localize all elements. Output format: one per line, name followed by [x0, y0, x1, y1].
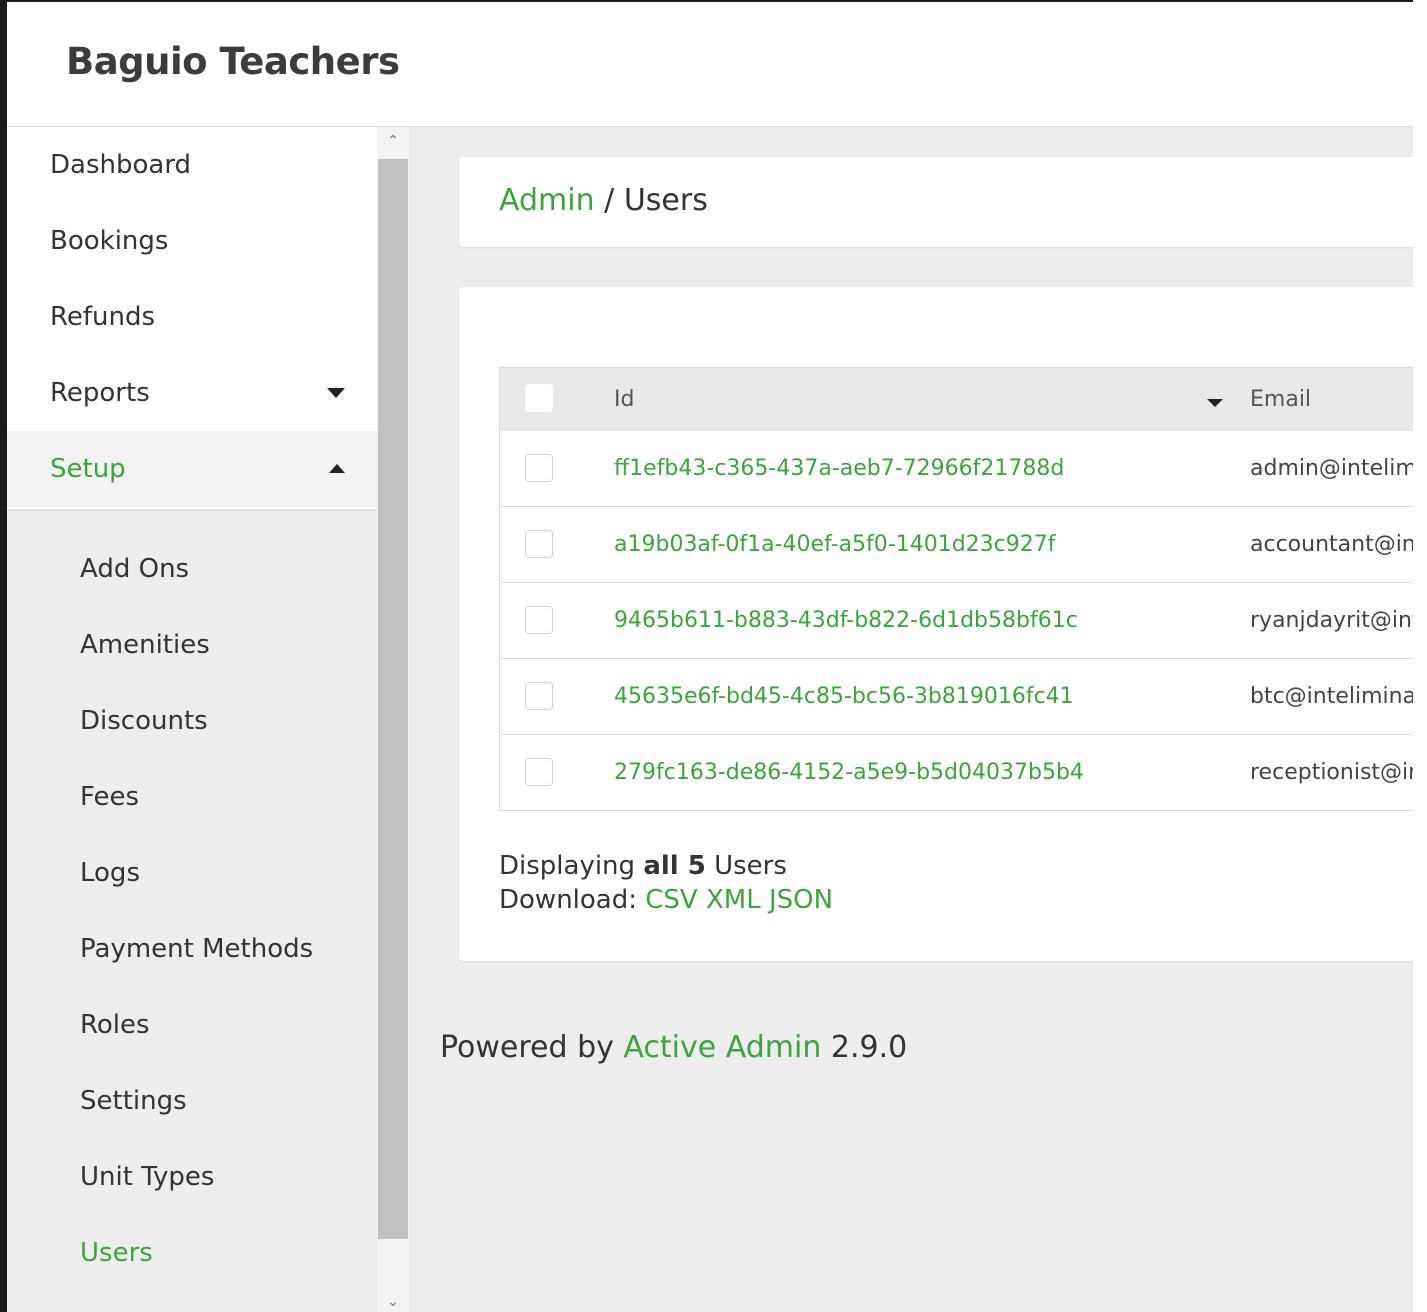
- app-window: Baguio Teachers Dashboard Bookings Refun…: [0, 0, 1413, 1312]
- table-row: 279fc163-de86-4152-a5e9-b5d04037b5b4 rec…: [500, 735, 1413, 811]
- download-xml-link[interactable]: XML: [706, 885, 761, 915]
- table-row: ff1efb43-c365-437a-aeb7-72966f21788d adm…: [500, 431, 1413, 507]
- table-row: 9465b611-b883-43df-b822-6d1db58bf61c rya…: [500, 583, 1413, 659]
- breadcrumb-admin-link[interactable]: Admin: [499, 183, 595, 218]
- submenu-item-payment-methods[interactable]: Payment Methods: [7, 911, 377, 987]
- user-id-link[interactable]: a19b03af-0f1a-40ef-a5f0-1401d23c927f: [614, 507, 1056, 582]
- select-all-checkbox[interactable]: [525, 384, 553, 412]
- download-csv-link[interactable]: CSV: [645, 885, 697, 915]
- user-id-link[interactable]: 279fc163-de86-4152-a5e9-b5d04037b5b4: [614, 735, 1084, 810]
- breadcrumb-separator: /: [594, 183, 624, 218]
- users-table: Id Email ff1efb43-c365-437a-aeb7-72966f2…: [499, 367, 1413, 811]
- user-email: admin@intelimi: [1250, 456, 1413, 481]
- active-admin-link[interactable]: Active Admin: [623, 1030, 821, 1065]
- download-links: Download: CSV XML JSON: [499, 883, 833, 917]
- submenu-item-discounts[interactable]: Discounts: [7, 683, 377, 759]
- scroll-up-arrow-icon[interactable]: ⌃: [377, 129, 409, 153]
- scroll-down-arrow-icon[interactable]: ⌄: [377, 1290, 409, 1312]
- sidebar-menu: Dashboard Bookings Refunds Reports Setup: [7, 127, 377, 507]
- scrollbar-thumb[interactable]: [378, 159, 408, 1239]
- displaying-suffix: Users: [705, 851, 787, 881]
- breadcrumb-panel: Admin / Users: [459, 157, 1413, 247]
- row-checkbox[interactable]: [525, 530, 553, 558]
- breadcrumb: Admin / Users: [499, 183, 708, 218]
- download-json-link[interactable]: JSON: [769, 885, 833, 915]
- version-text: 2.9.0: [821, 1030, 908, 1065]
- table-row: a19b03af-0f1a-40ef-a5f0-1401d23c927f acc…: [500, 507, 1413, 583]
- submenu-item-settings[interactable]: Settings: [7, 1063, 377, 1139]
- user-id-link[interactable]: 45635e6f-bd45-4c85-bc56-3b819016fc41: [614, 659, 1074, 734]
- download-label: Download:: [499, 885, 646, 915]
- sidebar-item-reports[interactable]: Reports: [7, 355, 377, 431]
- column-header-email[interactable]: Email: [1250, 368, 1311, 431]
- sidebar-item-refunds[interactable]: Refunds: [7, 279, 377, 355]
- submenu-item-fees[interactable]: Fees: [7, 759, 377, 835]
- displaying-prefix: Displaying: [499, 851, 644, 881]
- sidebar-item-dashboard[interactable]: Dashboard: [7, 127, 377, 203]
- user-id-link[interactable]: ff1efb43-c365-437a-aeb7-72966f21788d: [614, 431, 1064, 506]
- sort-desc-icon: [1207, 399, 1223, 407]
- sidebar-item-bookings[interactable]: Bookings: [7, 203, 377, 279]
- row-checkbox[interactable]: [525, 454, 553, 482]
- site-title[interactable]: Baguio Teachers: [66, 40, 400, 83]
- displaying-text: Displaying all 5 Users: [499, 849, 833, 883]
- user-email: ryanjdayrit@int: [1250, 608, 1413, 633]
- row-checkbox[interactable]: [525, 682, 553, 710]
- pagination-info: Displaying all 5 Users Download: CSV XML…: [499, 849, 833, 917]
- submenu-item-roles[interactable]: Roles: [7, 987, 377, 1063]
- user-id-link[interactable]: 9465b611-b883-43df-b822-6d1db58bf61c: [614, 583, 1078, 658]
- powered-prefix: Powered by: [440, 1030, 624, 1065]
- sidebar: Dashboard Bookings Refunds Reports Setup…: [7, 127, 409, 1312]
- footer-powered-by: Powered by Active Admin 2.9.0: [440, 1030, 907, 1065]
- table-header: Id Email: [500, 368, 1413, 431]
- submenu-item-logs[interactable]: Logs: [7, 835, 377, 911]
- sidebar-item-label: Reports: [50, 378, 150, 408]
- sidebar-scrollbar[interactable]: ⌃ ⌄: [377, 127, 409, 1312]
- sidebar-item-setup[interactable]: Setup: [7, 431, 377, 507]
- row-checkbox[interactable]: [525, 758, 553, 786]
- row-checkbox[interactable]: [525, 606, 553, 634]
- submenu-item-add-ons[interactable]: Add Ons: [7, 531, 377, 607]
- displaying-count: all 5: [643, 851, 706, 881]
- column-header-id[interactable]: Id: [614, 368, 634, 431]
- caret-down-icon: [327, 388, 345, 398]
- page-title: Users: [623, 183, 708, 218]
- sidebar-item-label: Dashboard: [50, 150, 192, 180]
- submenu-item-users[interactable]: Users: [7, 1215, 377, 1291]
- sidebar-item-label: Bookings: [50, 226, 169, 256]
- submenu-item-amenities[interactable]: Amenities: [7, 607, 377, 683]
- user-email: receptionist@in: [1250, 760, 1413, 785]
- users-panel: Id Email ff1efb43-c365-437a-aeb7-72966f2…: [459, 287, 1413, 961]
- user-email: btc@intelimina.: [1250, 684, 1413, 709]
- sidebar-item-label: Refunds: [50, 302, 156, 332]
- setup-submenu: Add Ons Amenities Discounts Fees Logs Pa…: [7, 509, 377, 1312]
- sidebar-item-label: Setup: [50, 454, 126, 484]
- caret-up-icon: [329, 464, 345, 473]
- submenu-item-unit-types[interactable]: Unit Types: [7, 1139, 377, 1215]
- table-row: 45635e6f-bd45-4c85-bc56-3b819016fc41 btc…: [500, 659, 1413, 735]
- top-header: Baguio Teachers: [7, 2, 1413, 127]
- user-email: accountant@int: [1250, 532, 1413, 557]
